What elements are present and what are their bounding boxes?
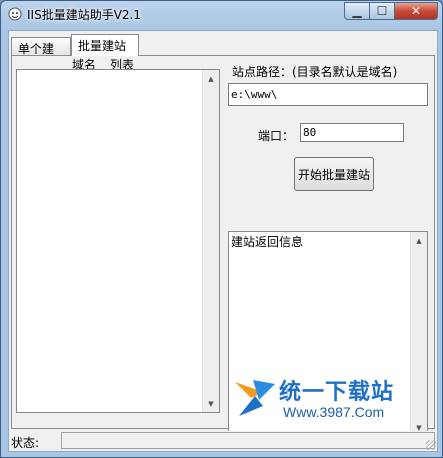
- title-bar[interactable]: IIS批量建站助手V2.1 ▁ ☐ ✕: [1, 1, 442, 29]
- close-icon: ✕: [410, 4, 422, 18]
- batch-tab-panel: 域名列表 ▲ ▼ 站点路径：(目录名默认是域名) 端口： 开始批量建站 建站返回…: [11, 55, 435, 437]
- scroll-up-icon[interactable]: ▲: [203, 70, 219, 87]
- tab-batch-site[interactable]: 批量建站: [71, 34, 139, 56]
- minimize-icon: ▁: [352, 4, 362, 18]
- tab-single-site[interactable]: 单个建站: [11, 37, 71, 73]
- scroll-down-icon[interactable]: ▼: [203, 395, 219, 412]
- domain-list[interactable]: ▲ ▼: [16, 69, 220, 413]
- status-label: 状态:: [11, 436, 40, 450]
- status-bar: 状态:: [9, 431, 437, 451]
- window-title: IIS批量建站助手V2.1: [27, 8, 141, 22]
- path-input[interactable]: [228, 83, 428, 106]
- port-label: 端口：: [258, 129, 295, 143]
- tab-label: 批量建站: [78, 39, 127, 53]
- watermark: 统一下载站 Www.3987.Com: [233, 374, 409, 424]
- path-label: 站点路径：(目录名默认是域名): [232, 65, 398, 79]
- resize-grip-icon[interactable]: [426, 440, 436, 450]
- maximize-button[interactable]: ☐: [369, 2, 395, 20]
- port-input[interactable]: [300, 123, 404, 142]
- status-field: [61, 432, 435, 449]
- watermark-logo-icon: [235, 380, 275, 416]
- watermark-url-text: Www.3987.Com: [283, 404, 385, 420]
- start-batch-button[interactable]: 开始批量建站: [294, 157, 374, 191]
- client-area: 单个建站 批量建站 域名列表 ▲ ▼ 站点路径：(目录名默认是域名) 端口： 开…: [8, 30, 438, 452]
- minimize-button[interactable]: ▁: [344, 2, 370, 20]
- scroll-up-icon[interactable]: ▲: [411, 232, 427, 249]
- info-textarea[interactable]: 建站返回信息 ▲ ▼ 统一下载站 Www.3987.Com: [228, 231, 428, 437]
- info-text: 建站返回信息: [231, 235, 304, 249]
- watermark-cn-text: 统一下载站: [279, 380, 395, 405]
- list-scrollbar[interactable]: ▲ ▼: [202, 70, 219, 412]
- close-button[interactable]: ✕: [394, 2, 438, 20]
- start-batch-label: 开始批量建站: [297, 167, 370, 182]
- app-window: IIS批量建站助手V2.1 ▁ ☐ ✕ 单个建站 批量建站 域名列表 ▲ ▼ 站…: [0, 0, 443, 458]
- info-scrollbar[interactable]: ▲ ▼: [410, 232, 427, 436]
- app-icon: [8, 7, 22, 21]
- maximize-icon: ☐: [376, 4, 388, 18]
